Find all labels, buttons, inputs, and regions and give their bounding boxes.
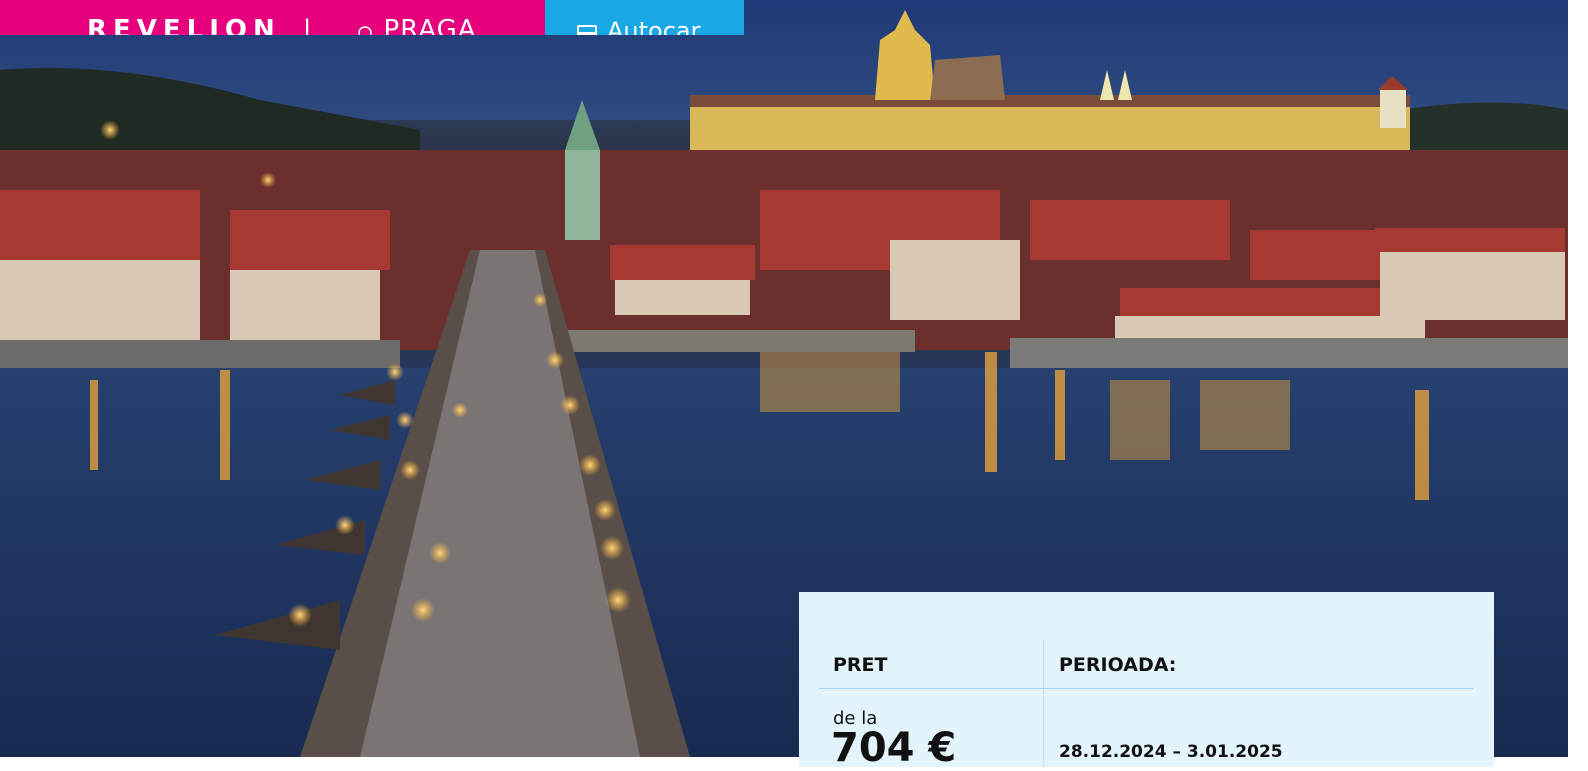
title-separator: | xyxy=(302,15,312,35)
bus-icon xyxy=(575,21,599,35)
period-value: 28.12.2024 – 3.01.2025 xyxy=(1059,742,1283,762)
map-pin-icon xyxy=(357,21,372,35)
header-divider xyxy=(819,688,1473,689)
price-value: 704 € xyxy=(831,725,957,771)
period-header: PERIOADA: xyxy=(1059,654,1177,676)
offer-info-card: PRET PERIOADA: de la 704 € 28.12.2024 – … xyxy=(799,592,1494,771)
event-title: REVELION xyxy=(87,15,281,35)
destination-label: PRAGA xyxy=(383,15,477,35)
column-divider xyxy=(1043,640,1044,767)
transport-tag: Autocar xyxy=(545,0,744,35)
price-header: PRET xyxy=(833,654,888,676)
title-tag: REVELION | PRAGA xyxy=(0,0,545,35)
transport-label: Autocar xyxy=(607,17,701,35)
top-banner: REVELION | PRAGA Autocar xyxy=(0,0,744,35)
